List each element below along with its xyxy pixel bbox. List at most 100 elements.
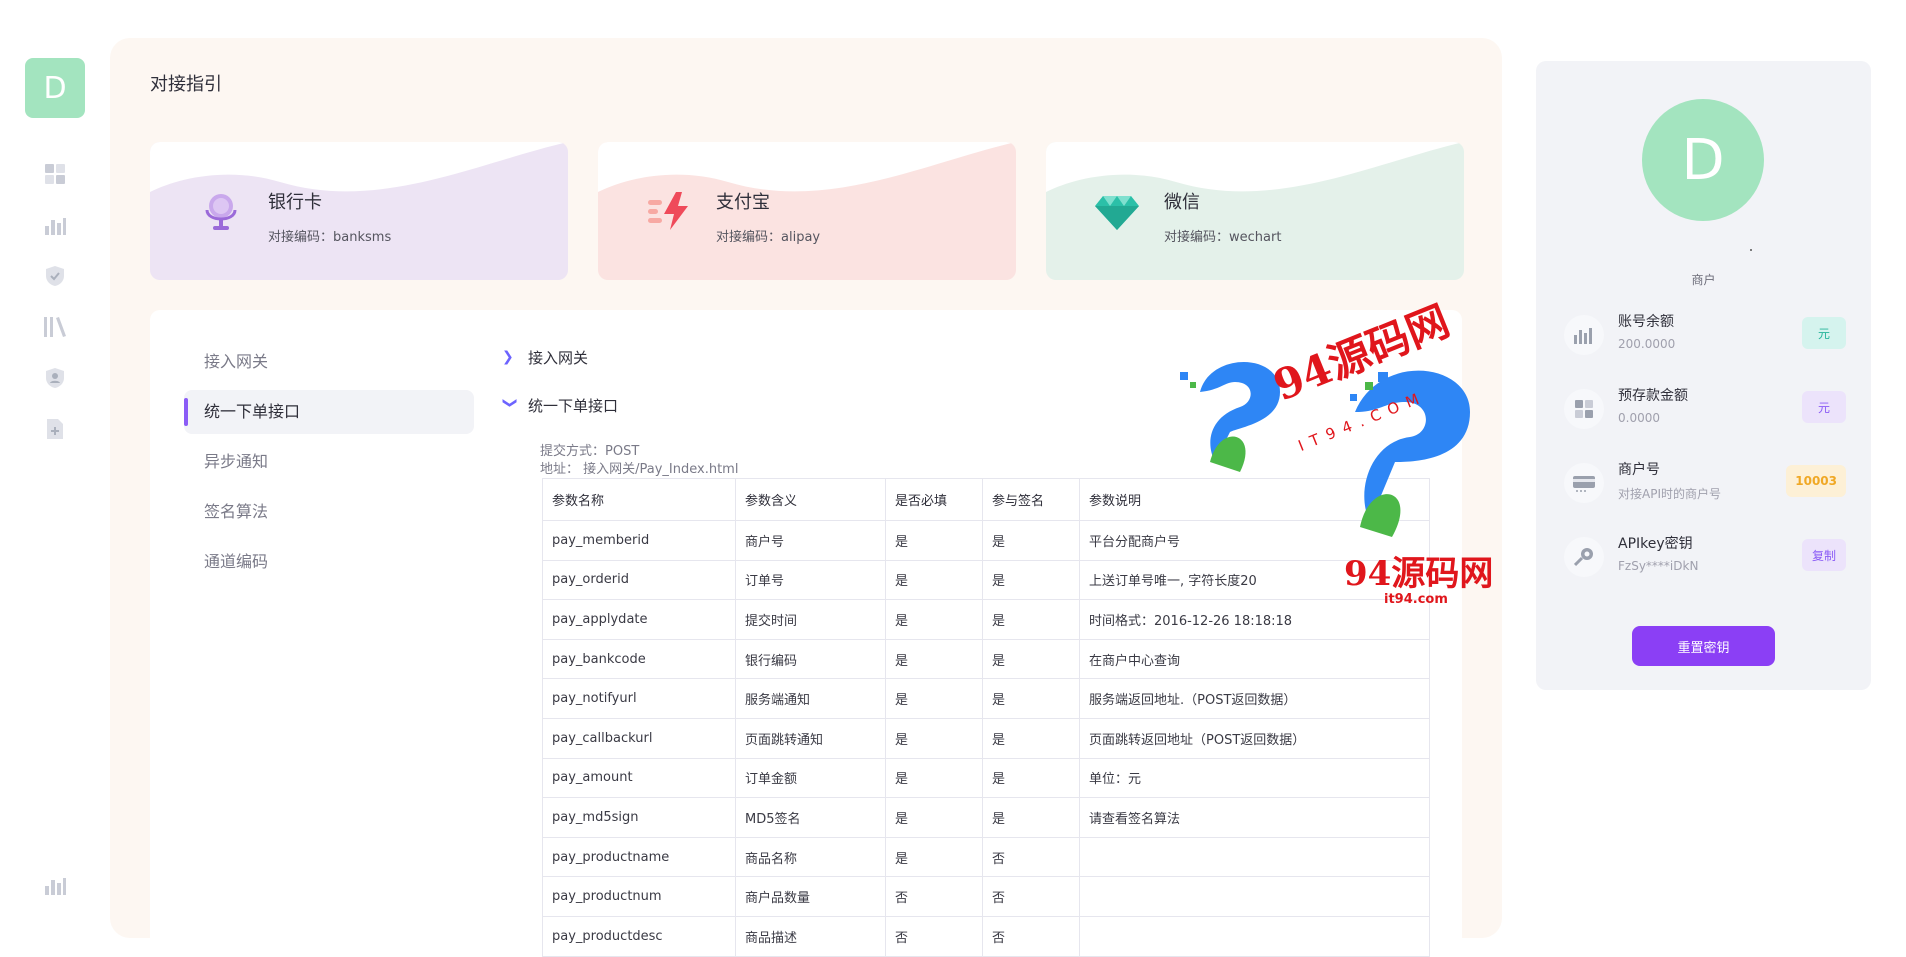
column-header: 参数含义 (735, 478, 886, 521)
table-header-row: 参数名称 参数含义 是否必填 参与签名 参数说明 (542, 478, 1430, 521)
microphone-icon (198, 188, 244, 234)
table-cell: 服务端返回地址.（POST返回数据） (1079, 678, 1430, 719)
table-row: pay_md5sign MD5签名是是请查看签名算法 (542, 797, 1430, 838)
left-nav-rail: D (0, 0, 110, 934)
table-cell: 页面跳转返回地址（POST返回数据） (1079, 717, 1430, 759)
channel-card-alipay[interactable]: 支付宝 对接编码：alipay (598, 142, 1016, 280)
table-cell: 商品名称 (735, 836, 886, 878)
table-cell: pay_productdesc (542, 915, 736, 957)
table-cell: 提交时间 (735, 599, 886, 640)
column-header: 是否必填 (885, 478, 983, 521)
stat-value: 0.0000 (1618, 411, 1660, 425)
file-add-icon[interactable] (43, 417, 67, 441)
stat-prepaid-amount: 预存款金额 0.0000 元 (1564, 383, 1846, 435)
dashboard-icon[interactable] (43, 162, 67, 186)
table-row: pay_applydate 提交时间是是时间格式：2016-12-26 18:18… (542, 599, 1430, 640)
column-header: 参与签名 (982, 478, 1080, 521)
table-cell: 是 (982, 520, 1080, 561)
submit-method: 提交方式：POST (540, 444, 640, 459)
table-row: pay_productnum 商户品数量否否 (542, 876, 1430, 917)
stat-value: FzSy****iDkN (1618, 559, 1699, 573)
key-icon (1564, 537, 1604, 577)
status-dot (1750, 249, 1752, 251)
table-row: pay_memberid 商户号是是平台分配商户号 (542, 520, 1430, 561)
channel-card-bank[interactable]: 银行卡 对接编码：banksms (150, 142, 568, 280)
table-cell: 商户品数量 (735, 876, 886, 917)
chart-icon[interactable] (43, 213, 67, 237)
library-icon[interactable] (43, 315, 67, 339)
currency-badge: 元 (1802, 317, 1846, 349)
table-cell: 否 (885, 915, 983, 957)
table-cell: 订单号 (735, 559, 886, 601)
column-header: 参数名称 (542, 478, 736, 521)
user-badge-icon[interactable] (43, 366, 67, 390)
channel-name: 微信 (1164, 192, 1200, 213)
table-cell: 是 (885, 836, 983, 878)
menu-item-async-notify[interactable]: 异步通知 (184, 440, 474, 484)
menu-item-channel-code[interactable]: 通道编码 (184, 540, 474, 584)
reset-key-button[interactable]: 重置密钥 (1632, 626, 1775, 666)
table-cell: 时间格式：2016-12-26 18:18:18 (1079, 599, 1430, 640)
merchant-id-badge: 10003 (1786, 465, 1846, 497)
table-row: pay_notifyurl 服务端通知是是服务端返回地址.（POST返回数据） (542, 678, 1430, 719)
table-cell: pay_amount (542, 757, 736, 799)
accordion-unified-order[interactable]: ❯ 统一下单接口 (502, 390, 618, 420)
table-row: pay_amount 订单金额是是单位：元 (542, 757, 1430, 799)
table-cell: 否 (885, 876, 983, 917)
channel-code: 对接编码：alipay (716, 230, 821, 245)
table-cell: 服务端通知 (735, 678, 886, 719)
api-doc-panel: 接入网关 统一下单接口 异步通知 签名算法 通道编码 ❯ 接入网关 ❯ 统一下单接口… (150, 310, 1462, 957)
channel-code: 对接编码：banksms (268, 230, 392, 245)
table-cell: 是 (982, 797, 1080, 838)
accordion-title: 统一下单接口 (528, 396, 619, 415)
table-cell: 是 (982, 678, 1080, 719)
chevron-right-icon: ❯ (502, 349, 514, 365)
menu-item-gateway[interactable]: 接入网关 (184, 340, 474, 384)
currency-badge: 元 (1802, 391, 1846, 423)
table-cell: 单位：元 (1079, 757, 1430, 799)
stat-label: 账号余额 (1618, 314, 1674, 330)
table-cell: 是 (982, 717, 1080, 759)
table-cell (1079, 876, 1430, 917)
stat-label: 预存款金额 (1618, 388, 1688, 404)
table-cell: 是 (982, 599, 1080, 640)
channel-code: 对接编码：wechart (1164, 230, 1282, 245)
menu-item-sign-algorithm[interactable]: 签名算法 (184, 490, 474, 534)
table-cell: 商品描述 (735, 915, 886, 957)
table-cell: 是 (885, 678, 983, 719)
chevron-down-icon: ❯ (502, 397, 518, 409)
channel-card-wechat[interactable]: 微信 对接编码：wechart (1046, 142, 1464, 280)
menu-item-unified-order[interactable]: 统一下单接口 (184, 390, 474, 434)
table-row: pay_productdesc 商品描述否否 (542, 915, 1430, 957)
table-row: pay_callbackurl 页面跳转通知是是页面跳转返回地址（POST返回数据… (542, 717, 1430, 759)
user-avatar[interactable]: D (25, 58, 85, 118)
column-header: 参数说明 (1079, 478, 1430, 521)
table-cell: pay_notifyurl (542, 678, 736, 719)
table-cell: 是 (885, 559, 983, 601)
stat-account-balance: 账号余额 200.0000 元 (1564, 309, 1846, 361)
table-cell: 平台分配商户号 (1079, 520, 1430, 561)
lightning-icon (646, 188, 692, 234)
chart-icon[interactable] (43, 873, 67, 897)
table-cell: 否 (982, 836, 1080, 878)
endpoint-address: 地址： 接入网关/Pay_Index.html (540, 462, 739, 477)
copy-button[interactable]: 复制 (1802, 539, 1846, 571)
card-icon (1564, 463, 1604, 503)
table-row: pay_orderid 订单号是是上送订单号唯一, 字符长度20 (542, 559, 1430, 601)
accordion-gateway[interactable]: ❯ 接入网关 (502, 342, 588, 372)
table-row: pay_bankcode 银行编码是是在商户中心查询 (542, 638, 1430, 680)
table-cell: 上送订单号唯一, 字符长度20 (1079, 559, 1430, 601)
table-cell: 页面跳转通知 (735, 717, 886, 759)
table-cell: MD5签名 (735, 797, 886, 838)
main-panel: 对接指引 银行卡 对接编码：banksms 支付宝 对接编码：alipay 微信… (110, 38, 1502, 957)
table-cell: 否 (982, 915, 1080, 957)
channel-name: 支付宝 (716, 192, 770, 213)
table-cell: pay_applydate (542, 599, 736, 640)
table-cell: 是 (885, 757, 983, 799)
shield-check-icon[interactable] (43, 264, 67, 288)
chart-icon (1564, 315, 1604, 355)
table-cell: pay_bankcode (542, 638, 736, 680)
stat-api-key: APIkey密钥 FzSy****iDkN 复制 (1564, 531, 1846, 583)
table-row: pay_productname 商品名称是否 (542, 836, 1430, 878)
table-cell: 订单金额 (735, 757, 886, 799)
